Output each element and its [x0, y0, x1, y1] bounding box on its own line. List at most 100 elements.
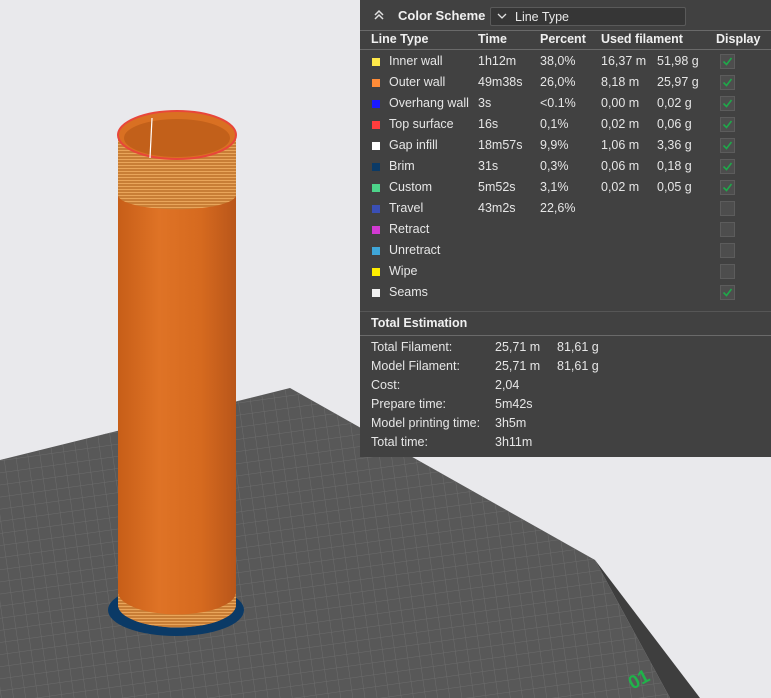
estimation-value: 3h11m	[495, 435, 533, 449]
estimation-value: 3h5m	[495, 416, 527, 430]
display-checkbox[interactable]	[720, 54, 735, 69]
line-type-weight: 25,97 g	[657, 75, 699, 89]
line-type-color-swatch	[372, 79, 380, 87]
estimation-row: Model Filament: 25,71 m 81,61 g	[360, 357, 771, 376]
display-checkbox[interactable]	[720, 138, 735, 153]
display-checkbox[interactable]	[720, 180, 735, 195]
line-type-length: 16,37 m	[601, 54, 647, 68]
estimation-value: 5m42s	[495, 397, 533, 411]
total-estimation-title: Total Estimation	[371, 316, 468, 330]
checkmark-icon	[722, 120, 733, 129]
line-type-time: 1h12m	[478, 54, 517, 68]
line-type-time: 16s	[478, 117, 499, 131]
estimation-row: Cost: 2,04	[360, 376, 771, 395]
estimation-row: Model printing time: 3h5m	[360, 414, 771, 433]
estimation-row: Prepare time: 5m42s	[360, 395, 771, 414]
estimation-value: 25,71 m	[495, 359, 541, 373]
line-type-weight: 3,36 g	[657, 138, 692, 152]
legend-row: Overhang wall 3s <0.1% 0,00 m 0,02 g	[360, 94, 771, 115]
line-type-name: Outer wall	[389, 75, 446, 89]
line-type-time: 18m57s	[478, 138, 523, 152]
line-type-length: 0,06 m	[601, 159, 640, 173]
line-type-length: 8,18 m	[601, 75, 640, 89]
color-scheme-value: Line Type	[515, 10, 569, 24]
estimation-value: 25,71 m	[495, 340, 541, 354]
line-type-time: 43m2s	[478, 201, 516, 215]
header-time: Time	[478, 32, 507, 46]
estimation-label: Total time:	[371, 435, 428, 449]
legend-row: Outer wall 49m38s 26,0% 8,18 m 25,97 g	[360, 73, 771, 94]
line-type-percent: 0,3%	[540, 159, 569, 173]
line-type-weight: 0,05 g	[657, 180, 692, 194]
legend-row: Travel 43m2s 22,6%	[360, 199, 771, 220]
legend-row: Brim 31s 0,3% 0,06 m 0,18 g	[360, 157, 771, 178]
line-type-weight: 51,98 g	[657, 54, 699, 68]
divider	[360, 335, 771, 336]
legend-row: Wipe	[360, 262, 771, 283]
checkmark-icon	[722, 183, 733, 192]
line-type-time: 49m38s	[478, 75, 523, 89]
line-type-time: 3s	[478, 96, 492, 110]
legend-row: Seams	[360, 283, 771, 304]
checkmark-icon	[722, 141, 733, 150]
checkmark-icon	[722, 99, 733, 108]
display-checkbox[interactable]	[720, 222, 735, 237]
line-type-name: Top surface	[389, 117, 454, 131]
line-type-color-swatch	[372, 100, 380, 108]
line-type-color-swatch	[372, 289, 380, 297]
divider	[360, 311, 771, 312]
legend-row: Retract	[360, 220, 771, 241]
line-type-color-swatch	[372, 184, 380, 192]
line-type-length: 1,06 m	[601, 138, 640, 152]
line-type-length: 0,00 m	[601, 96, 640, 110]
line-type-percent: 38,0%	[540, 54, 576, 68]
line-type-color-swatch	[372, 58, 380, 66]
estimation-extra: 81,61 g	[557, 359, 599, 373]
checkmark-icon	[722, 57, 733, 66]
display-checkbox[interactable]	[720, 96, 735, 111]
line-type-time: 31s	[478, 159, 499, 173]
legend-row: Gap infill 18m57s 9,9% 1,06 m 3,36 g	[360, 136, 771, 157]
display-checkbox[interactable]	[720, 264, 735, 279]
checkmark-icon	[722, 162, 733, 171]
line-type-percent: 0,1%	[540, 117, 569, 131]
line-type-name: Seams	[389, 285, 428, 299]
line-type-percent: 3,1%	[540, 180, 569, 194]
estimation-label: Cost:	[371, 378, 401, 392]
estimation-label: Model Filament:	[371, 359, 460, 373]
line-type-color-swatch	[372, 142, 380, 150]
line-type-name: Custom	[389, 180, 433, 194]
line-type-weight: 0,06 g	[657, 117, 692, 131]
display-checkbox[interactable]	[720, 285, 735, 300]
divider	[360, 49, 771, 50]
display-checkbox[interactable]	[720, 243, 735, 258]
line-type-name: Brim	[389, 159, 415, 173]
estimation-label: Model printing time:	[371, 416, 481, 430]
line-type-length: 0,02 m	[601, 180, 640, 194]
line-type-weight: 0,02 g	[657, 96, 692, 110]
divider	[360, 30, 771, 31]
display-checkbox[interactable]	[720, 75, 735, 90]
display-checkbox[interactable]	[720, 117, 735, 132]
line-type-name: Wipe	[389, 264, 418, 278]
header-line-type: Line Type	[371, 32, 429, 46]
legend-row: Unretract	[360, 241, 771, 262]
legend-row: Top surface 16s 0,1% 0,02 m 0,06 g	[360, 115, 771, 136]
line-type-color-swatch	[372, 268, 380, 276]
checkmark-icon	[722, 78, 733, 87]
color-scheme-header: Color Scheme Line Type	[360, 0, 771, 32]
legend-panel: Color Scheme Line Type Line Type Time Pe…	[360, 0, 771, 457]
line-type-name: Travel	[389, 201, 424, 215]
display-checkbox[interactable]	[720, 159, 735, 174]
line-type-color-swatch	[372, 226, 380, 234]
line-type-name: Gap infill	[389, 138, 438, 152]
estimation-row: Total time: 3h11m	[360, 433, 771, 452]
line-type-name: Retract	[389, 222, 430, 236]
color-scheme-label: Color Scheme	[398, 8, 486, 23]
chevron-down-icon	[497, 13, 507, 19]
color-scheme-select[interactable]: Line Type	[490, 7, 686, 26]
line-type-name: Unretract	[389, 243, 441, 257]
checkmark-icon	[722, 288, 733, 297]
display-checkbox[interactable]	[720, 201, 735, 216]
collapse-icon[interactable]	[372, 8, 386, 22]
